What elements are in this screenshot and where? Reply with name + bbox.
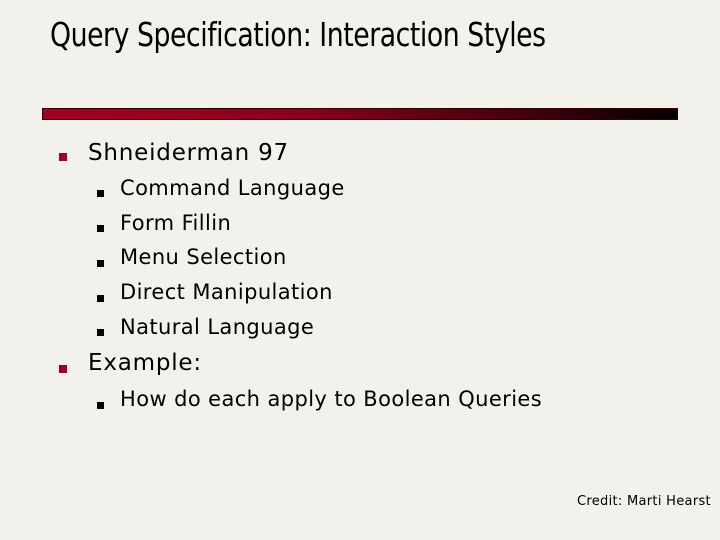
sub-bullet-form-fillin: Form Fillin xyxy=(120,211,232,235)
sub-bullet-natural-language: Natural Language xyxy=(120,315,315,339)
sub-bullet-direct-manipulation: Direct Manipulation xyxy=(120,280,333,304)
bullet-square-icon xyxy=(59,153,67,161)
sub-bullet-square-icon xyxy=(97,260,104,267)
sub-bullet-square-icon xyxy=(97,190,104,197)
sub-bullet-square-icon xyxy=(97,225,104,232)
bullet-example: Example: xyxy=(88,350,202,376)
sub-bullet-square-icon xyxy=(97,402,104,409)
sub-bullet-boolean-queries: How do each apply to Boolean Queries xyxy=(120,387,543,411)
sub-bullet-command-language: Command Language xyxy=(120,176,345,200)
sub-bullet-square-icon xyxy=(97,295,104,302)
credit-text: Credit: Marti Hearst xyxy=(577,494,711,509)
sub-bullet-menu-selection: Menu Selection xyxy=(120,245,287,269)
bullet-square-icon xyxy=(59,365,67,373)
title-divider-bar xyxy=(42,108,678,120)
slide-title: Query Specification: Interaction Styles xyxy=(50,15,546,54)
sub-bullet-square-icon xyxy=(97,329,104,336)
bullet-shneiderman: Shneiderman 97 xyxy=(88,140,289,166)
